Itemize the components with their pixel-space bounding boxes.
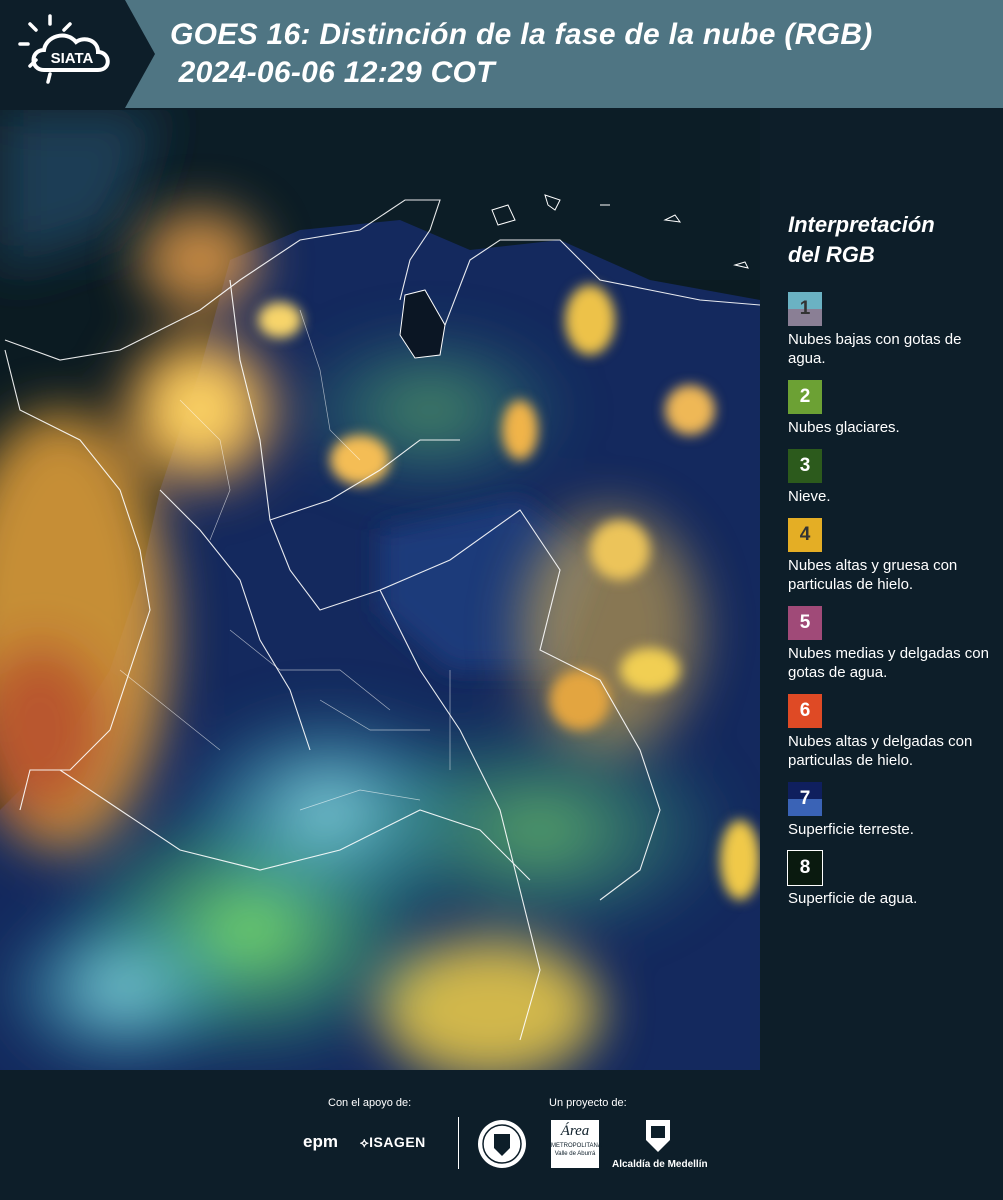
support-label: Con el apoyo de: xyxy=(328,1097,412,1109)
satellite-image xyxy=(0,110,760,1070)
epm-logo-text: epm xyxy=(303,1132,338,1151)
legend-item: 4 Nubes altas y gruesa con particulas de … xyxy=(788,518,993,594)
legend-swatch: 8 xyxy=(787,850,823,886)
legend-number: 5 xyxy=(799,612,811,633)
legend-item: 5 Nubes medias y delgadas con gotas de ag… xyxy=(788,606,993,682)
medellin-logo-text: Alcaldía de Medellín xyxy=(612,1159,708,1170)
title-line-1: GOES 16: Distinción de la fase de la nub… xyxy=(170,18,873,51)
legend-number: 8 xyxy=(799,857,811,878)
logo-panel: SIATA xyxy=(0,0,155,108)
legend-swatch: 7 xyxy=(788,782,822,816)
epm-logo: epm xyxy=(303,1132,338,1152)
area-logo-sub1: METROPOLITANA xyxy=(551,1143,602,1149)
legend-number: 4 xyxy=(799,524,811,545)
legend-item: 1 Nubes bajas con gotas de agua. xyxy=(788,292,993,368)
footer-divider xyxy=(458,1117,459,1169)
header-bar: SIATA GOES 16: Distinción de la fase de … xyxy=(0,0,1003,108)
legend-number: 3 xyxy=(799,455,811,476)
legend-item: 6 Nubes altas y delgadas con particulas d… xyxy=(788,694,993,770)
satellite-map[interactable] xyxy=(0,110,760,1070)
legend-swatch: 3 xyxy=(788,449,822,483)
project-label: Un proyecto de: xyxy=(549,1097,627,1109)
page-title: GOES 16: Distinción de la fase de la nub… xyxy=(170,16,873,92)
legend-label: Superficie de agua. xyxy=(788,890,918,907)
logo-text: SIATA xyxy=(51,50,94,67)
isagen-logo-text: ISAGEN xyxy=(369,1134,426,1150)
legend-item: 2 Nubes glaciares. xyxy=(788,380,993,437)
legend-label: Nubes altas y gruesa con particulas de h… xyxy=(788,557,958,593)
legend-swatch: 6 xyxy=(788,694,822,728)
legend-label: Nubes altas y delgadas con particulas de… xyxy=(788,733,973,769)
legend-number: 6 xyxy=(799,700,811,721)
legend: Interpretación del RGB 1 Nubes bajas con … xyxy=(787,210,993,920)
legend-item: 8 Superficie de agua. xyxy=(787,850,993,908)
legend-title-line-2: del RGB xyxy=(788,242,875,267)
legend-label: Nubes bajas con gotas de agua. xyxy=(788,331,962,367)
legend-item: 7 Superficie terreste. xyxy=(788,782,993,839)
footer: Con el apoyo de: Un proyecto de: epm ⟡IS… xyxy=(0,1070,1003,1200)
legend-item: 3 Nieve. xyxy=(788,449,993,506)
legend-title-line-1: Interpretación xyxy=(788,212,935,237)
isagen-logo: ⟡ISAGEN xyxy=(360,1134,426,1150)
legend-swatch: 5 xyxy=(788,606,822,640)
legend-swatch: 4 xyxy=(788,518,822,552)
legend-items: 1 Nubes bajas con gotas de agua. 2 Nubes gl… xyxy=(787,292,993,908)
legend-label: Superficie terreste. xyxy=(788,821,914,838)
title-line-2: 2024-06-06 12:29 COT xyxy=(170,56,495,89)
legend-number: 2 xyxy=(799,386,811,407)
area-logo-sub2: Valle de Aburrá xyxy=(554,1151,596,1157)
medellin-shield-icon xyxy=(646,1120,670,1152)
area-logo-text: Área xyxy=(560,1123,590,1139)
legend-label: Nubes medias y delgadas con gotas de agu… xyxy=(788,645,989,681)
legend-label: Nieve. xyxy=(788,488,831,505)
legend-number: 7 xyxy=(799,788,811,809)
area-metropolitana-logo: Área METROPOLITANA Valle de Aburrá xyxy=(551,1120,602,1168)
university-seal-icon xyxy=(478,1120,526,1168)
legend-swatch: 1 xyxy=(788,292,822,326)
legend-title: Interpretación del RGB xyxy=(788,210,993,270)
legend-label: Nubes glaciares. xyxy=(788,419,900,436)
legend-swatch: 2 xyxy=(788,380,822,414)
legend-number: 1 xyxy=(799,298,811,319)
